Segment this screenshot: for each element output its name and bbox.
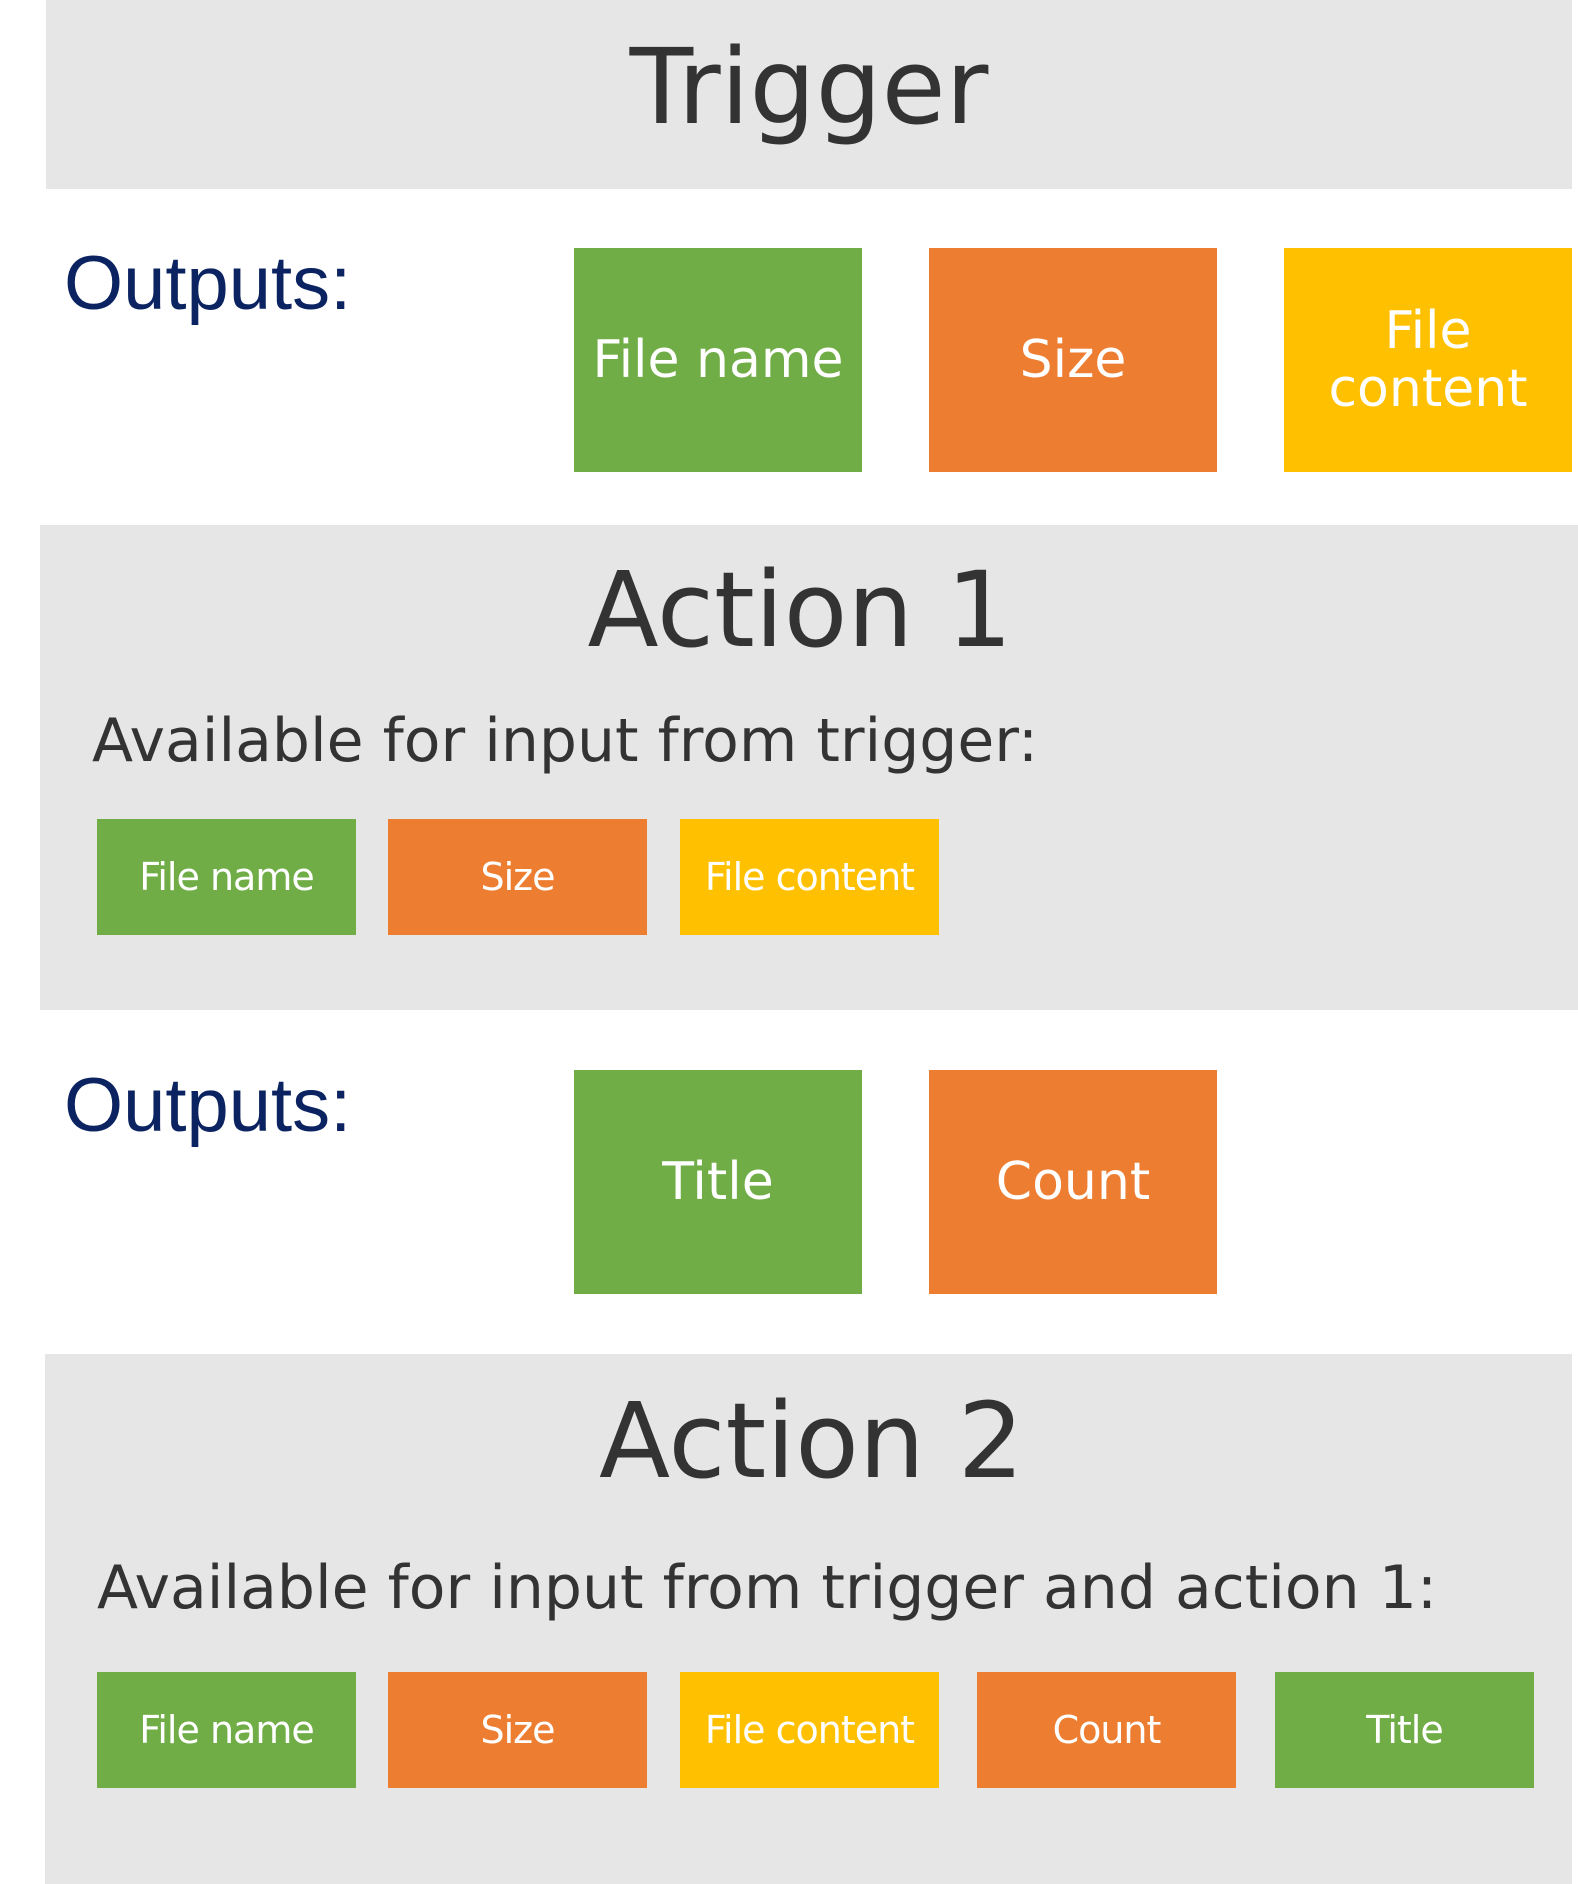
trigger-output-size: Size bbox=[929, 248, 1217, 472]
chip-label: File content bbox=[704, 855, 915, 899]
box-label: File name bbox=[592, 329, 844, 390]
action2-panel: Action 2 Available for input from trigge… bbox=[45, 1354, 1572, 1884]
trigger-output-file-content: File content bbox=[1284, 248, 1572, 472]
chip-label: File name bbox=[139, 855, 314, 899]
chip-label: File content bbox=[704, 1708, 915, 1752]
action1-available-label: Available for input from trigger: bbox=[92, 706, 1039, 776]
action2-available-label: Available for input from trigger and act… bbox=[97, 1553, 1438, 1623]
box-label: Size bbox=[1019, 329, 1127, 390]
action1-panel: Action 1 Available for input from trigge… bbox=[40, 525, 1578, 1010]
trigger-outputs-label: Outputs: bbox=[64, 241, 352, 326]
chip-label: Title bbox=[1366, 1708, 1443, 1752]
action1-output-title: Title bbox=[574, 1070, 862, 1294]
chip-label: Size bbox=[480, 1708, 555, 1752]
action1-output-count: Count bbox=[929, 1070, 1217, 1294]
action2-input-title: Title bbox=[1275, 1672, 1534, 1788]
trigger-title: Trigger bbox=[629, 26, 989, 148]
action2-input-file-name: File name bbox=[97, 1672, 356, 1788]
trigger-output-file-name: File name bbox=[574, 248, 862, 472]
action2-input-file-content: File content bbox=[680, 1672, 939, 1788]
action2-title: Action 2 bbox=[599, 1380, 1024, 1502]
trigger-panel: Trigger bbox=[46, 0, 1572, 189]
chip-label: File name bbox=[139, 1708, 314, 1752]
action2-input-count: Count bbox=[977, 1672, 1236, 1788]
action1-title: Action 1 bbox=[587, 549, 1013, 671]
box-label: File content bbox=[1328, 300, 1528, 419]
action1-input-file-name: File name bbox=[97, 819, 356, 935]
chip-label: Size bbox=[480, 855, 555, 899]
action1-outputs-label: Outputs: bbox=[64, 1063, 352, 1148]
action1-input-size: Size bbox=[388, 819, 647, 935]
box-label: Title bbox=[662, 1151, 774, 1212]
action1-input-file-content: File content bbox=[680, 819, 939, 935]
chip-label: Count bbox=[1052, 1708, 1162, 1752]
action2-input-size: Size bbox=[388, 1672, 647, 1788]
box-label: Count bbox=[995, 1151, 1151, 1212]
